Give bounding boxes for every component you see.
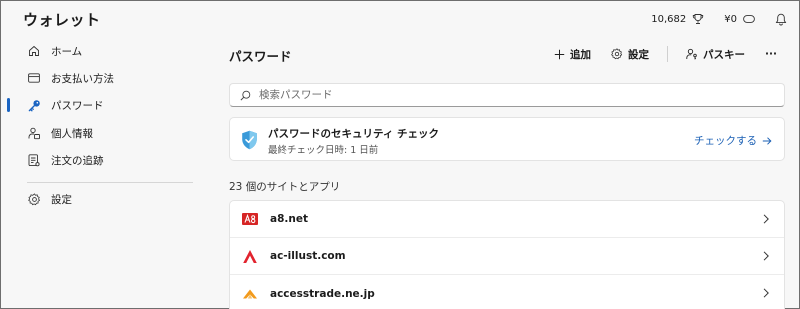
topbar-status: 10,682 ¥0: [651, 11, 787, 27]
gear-icon: [611, 48, 623, 60]
shield-check-icon: [241, 130, 258, 150]
more-icon: ···: [765, 48, 777, 60]
sidebar-item-payment-methods[interactable]: お支払い方法: [17, 66, 195, 90]
sidebar: ホーム お支払い方法 パスワード 個人情報 注文の追跡 設定: [1, 37, 201, 309]
run-check-label: チェックする: [694, 135, 757, 147]
more-options-button[interactable]: ···: [757, 44, 785, 64]
plus-icon: [554, 49, 565, 60]
sidebar-item-personal-info[interactable]: 個人情報: [17, 121, 195, 145]
sidebar-item-settings[interactable]: 設定: [17, 187, 195, 211]
chevron-right-icon: [760, 213, 772, 225]
a8-favicon-icon: [242, 211, 258, 227]
search-icon: [240, 90, 251, 101]
toolbar: 追加 設定 パスキー ···: [546, 44, 785, 64]
gear-icon: [27, 192, 41, 206]
main-content: パスワード 追加 設定 パスキー ··· 検索パスワード パスワードのセキュリテ…: [201, 37, 799, 309]
app-title: ウォレット: [23, 11, 101, 29]
wallet-balance: ¥0: [724, 13, 737, 25]
sidebar-item-label: 注文の追跡: [51, 154, 104, 167]
sidebar-item-label: 個人情報: [51, 127, 93, 140]
add-button-label: 追加: [570, 48, 592, 61]
run-check-link[interactable]: チェックする: [694, 133, 772, 148]
list-item[interactable]: a8.net: [230, 201, 784, 238]
passkey-button[interactable]: パスキー: [678, 44, 753, 64]
order-tracking-icon: [27, 153, 41, 167]
toolbar-divider: [667, 46, 669, 62]
security-check-subtitle: 最終チェック日時: 1 日前: [268, 145, 379, 156]
security-check-title: パスワードのセキュリティ チェック: [268, 128, 440, 140]
sidebar-item-passwords[interactable]: パスワード: [7, 93, 195, 117]
title-bar: ウォレット 10,682 ¥0: [1, 1, 799, 37]
list-item[interactable]: ac-illust.com: [230, 238, 784, 275]
person-info-icon: [27, 126, 41, 140]
security-check-card[interactable]: パスワードのセキュリティ チェック 最終チェック日時: 1 日前 チェックする: [229, 117, 785, 161]
sidebar-item-order-tracking[interactable]: 注文の追跡: [17, 148, 195, 172]
bell-icon[interactable]: [775, 13, 787, 26]
sidebar-item-label: パスワード: [51, 99, 104, 112]
sidebar-item-label: ホーム: [51, 45, 83, 58]
passkey-icon: [686, 48, 698, 60]
settings-button-label: 設定: [628, 48, 650, 61]
add-button[interactable]: 追加: [546, 44, 599, 64]
sidebar-item-label: お支払い方法: [51, 72, 114, 85]
trophy-icon[interactable]: [692, 13, 704, 25]
settings-button[interactable]: 設定: [603, 44, 657, 64]
key-icon: [27, 98, 41, 112]
home-icon: [27, 44, 41, 58]
chevron-right-icon: [760, 287, 772, 299]
wallet-card-icon[interactable]: [743, 14, 755, 24]
page-title: パスワード: [229, 49, 292, 64]
passkey-button-label: パスキー: [703, 48, 746, 61]
password-list: a8.net ac-illust.com accesstrade.ne.jp: [229, 200, 785, 309]
search-input[interactable]: [259, 89, 759, 101]
rewards-points: 10,682: [651, 13, 687, 25]
credit-card-icon: [27, 71, 41, 85]
search-box[interactable]: [229, 83, 785, 107]
sidebar-item-home[interactable]: ホーム: [17, 39, 195, 63]
sites-heading: 23 個のサイトとアプリ: [229, 181, 341, 193]
accesstrade-favicon-icon: [242, 286, 258, 302]
arrow-right-icon: [762, 136, 772, 146]
chevron-right-icon: [760, 250, 772, 262]
site-name: accesstrade.ne.jp: [270, 287, 375, 300]
wallet-window: ウォレット 10,682 ¥0 ホーム お支払い方法 パスワード 個人情報 注文…: [0, 0, 800, 309]
site-name: a8.net: [270, 213, 308, 225]
sidebar-item-label: 設定: [51, 193, 72, 206]
site-name: ac-illust.com: [270, 250, 346, 262]
sidebar-divider: [27, 182, 193, 183]
list-item[interactable]: accesstrade.ne.jp: [230, 275, 784, 309]
ac-illust-favicon-icon: [242, 248, 258, 264]
